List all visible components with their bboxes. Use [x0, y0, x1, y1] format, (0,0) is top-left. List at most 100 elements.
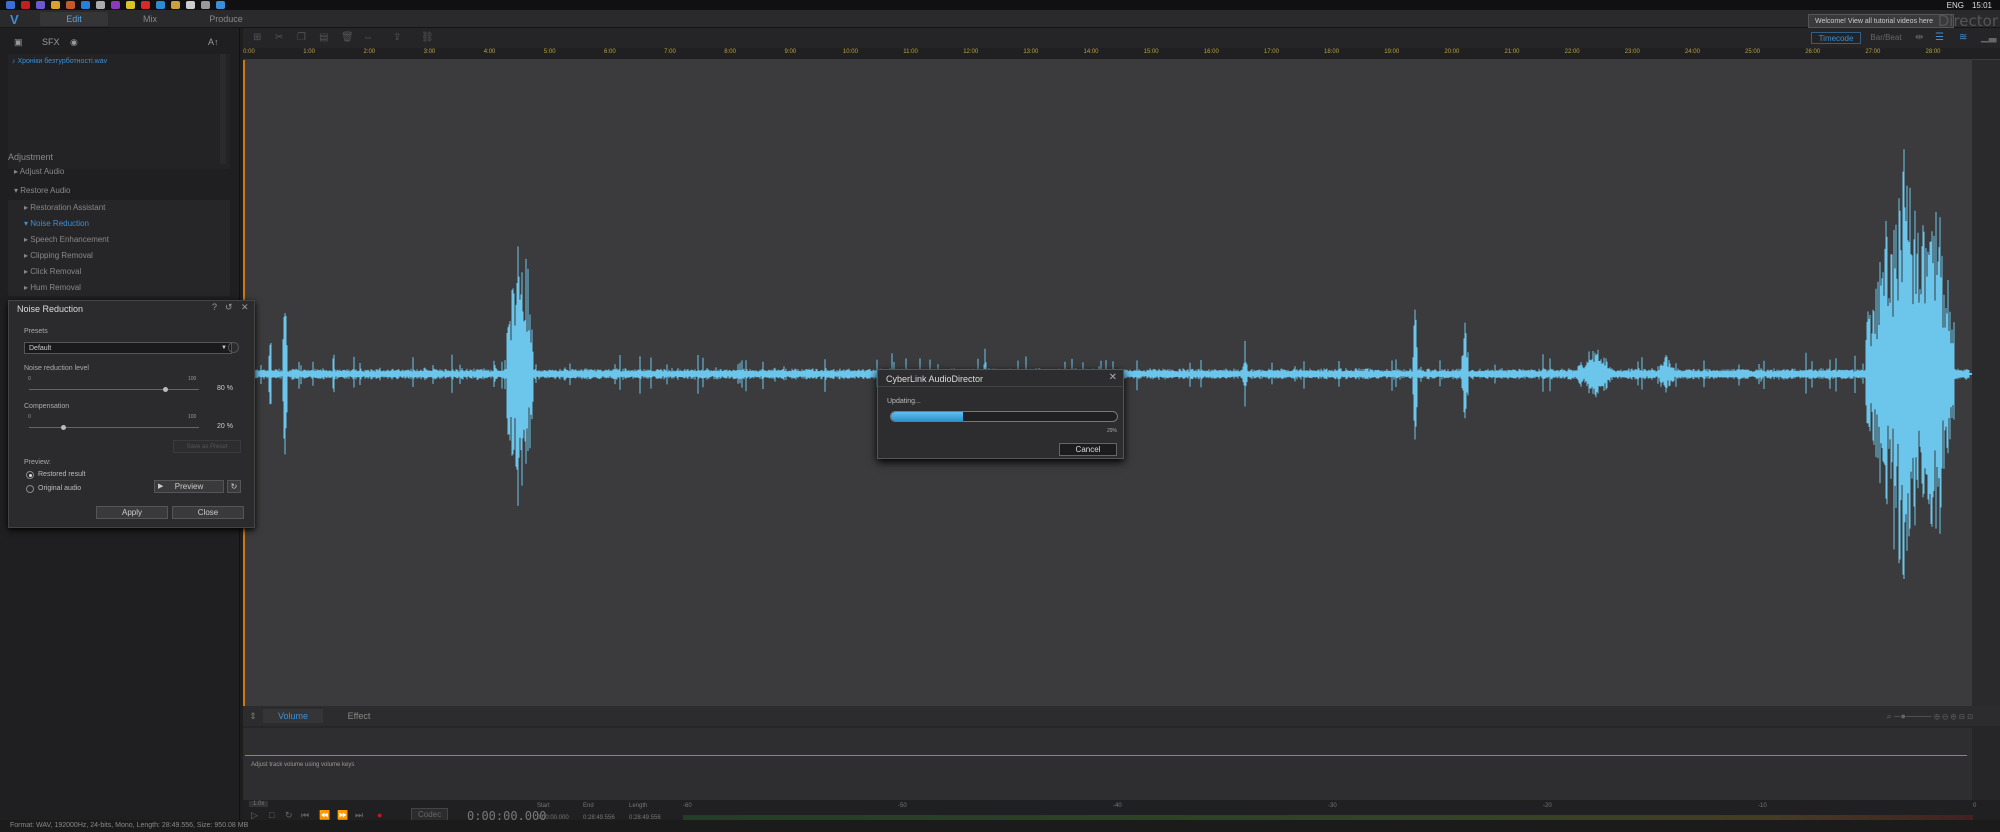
- app-icon[interactable]: [36, 1, 45, 9]
- envelope-line[interactable]: [245, 755, 1967, 756]
- library-scrollbar[interactable]: [220, 54, 226, 164]
- adjustment-item[interactable]: ▾ Restore Audio: [8, 183, 230, 199]
- sfx-button[interactable]: SFX: [42, 34, 60, 50]
- volume-envelope[interactable]: Adjust track volume using volume keys: [243, 728, 1972, 800]
- cancel-button[interactable]: Cancel: [1059, 443, 1117, 456]
- speed-indicator[interactable]: 1.0x: [249, 801, 269, 807]
- adjustment-item[interactable]: ▸ Hum Removal: [8, 280, 230, 296]
- adjustment-item[interactable]: ▸ Speech Enhancement: [8, 232, 230, 248]
- clock[interactable]: 15:01: [1972, 1, 1992, 10]
- level-slider-handle[interactable]: [163, 387, 168, 392]
- copy-icon[interactable]: ❐: [297, 32, 308, 43]
- cut-icon[interactable]: ✂: [275, 32, 286, 43]
- paste-icon[interactable]: ▤: [319, 32, 330, 43]
- adjustment-item[interactable]: ▾ Noise Reduction: [8, 216, 230, 232]
- close-button[interactable]: Close: [172, 506, 244, 519]
- spectral-icon[interactable]: ☰: [1935, 32, 1946, 43]
- adjustment-item[interactable]: ▸ Restoration Assistant: [8, 200, 230, 216]
- language-indicator[interactable]: ENG: [1947, 1, 1964, 10]
- ruler-tick-label: 15:00: [1143, 49, 1159, 55]
- compensation-slider-handle[interactable]: [61, 425, 66, 430]
- ruler-tick-label: 10:00: [842, 49, 858, 55]
- app-icon[interactable]: [126, 1, 135, 9]
- ruler-tick-label: 1:00: [303, 49, 315, 55]
- chrome-icon[interactable]: [51, 1, 60, 9]
- ruler-tick-label: 21:00: [1504, 49, 1520, 55]
- app-icon[interactable]: [96, 1, 105, 9]
- start-label: Start: [537, 803, 550, 809]
- adjustment-item[interactable]: ▸ Click Removal: [8, 264, 230, 280]
- time-ruler[interactable]: 0:00 1:00 2:00 3:00 4:00 5:00 6:00 7:00 8:00 9:00…: [243, 48, 2000, 60]
- app-icon[interactable]: [111, 1, 120, 9]
- waveform-view-icon[interactable]: ≋: [1959, 32, 1970, 43]
- level-view-icon[interactable]: ▁▃: [1981, 32, 1996, 43]
- adjustment-item-label: Clipping Removal: [30, 251, 93, 260]
- tab-produce[interactable]: Produce: [192, 12, 260, 26]
- audiodirector-icon[interactable]: [216, 1, 225, 9]
- level-value[interactable]: 80 %: [217, 385, 233, 392]
- save-preset-button[interactable]: Save as Preset: [173, 440, 241, 453]
- windows-start-icon[interactable]: [6, 1, 15, 9]
- vscode-icon[interactable]: [156, 1, 165, 9]
- media-item[interactable]: ♪ Хроніки безтурботності.wav: [12, 58, 107, 65]
- timecode-toggle[interactable]: Timecode: [1811, 32, 1861, 44]
- tab-volume[interactable]: Volume: [263, 709, 323, 723]
- close-icon[interactable]: ✕: [241, 302, 249, 313]
- restored-result-radio[interactable]: [26, 471, 34, 479]
- app-icon[interactable]: [201, 1, 210, 9]
- link-icon[interactable]: ⛓: [421, 32, 434, 43]
- comp-max: 100: [188, 414, 197, 420]
- zoom-controls[interactable]: ⌕ ─●──── ⊕ ⊖ ⊕ ⊟ ⊡: [1833, 709, 1973, 723]
- meter-label: -60: [683, 803, 692, 809]
- ruler-tick-label: 5:00: [543, 49, 556, 55]
- adjustment-header: Adjustment: [8, 152, 54, 162]
- delete-icon[interactable]: 🗑: [341, 32, 354, 43]
- snap-icon[interactable]: ⇹: [1915, 32, 1926, 43]
- stop-icon[interactable]: □: [269, 810, 274, 820]
- barbeat-toggle[interactable]: Bar/Beat: [1863, 32, 1909, 44]
- app-icon[interactable]: [171, 1, 180, 9]
- adjustment-item-label: Restoration Assistant: [30, 203, 106, 212]
- ruler-tick-label: 13:00: [1023, 49, 1039, 55]
- welcome-banner[interactable]: Welcome! View all tutorial videos here: [1808, 14, 1954, 28]
- ruler-tick-label: 0:00: [243, 49, 255, 55]
- apply-button[interactable]: Apply: [96, 506, 168, 519]
- app-icon[interactable]: [141, 1, 150, 9]
- preset-delete-icon[interactable]: [228, 342, 239, 353]
- app-icon[interactable]: [81, 1, 90, 9]
- close-icon[interactable]: ✕: [1109, 372, 1117, 383]
- ruler-tick-label: 12:00: [963, 49, 979, 55]
- select-tool-icon[interactable]: ⊞: [253, 32, 264, 43]
- preview-loop-icon[interactable]: ↻: [227, 480, 241, 493]
- original-audio-radio[interactable]: [26, 485, 34, 493]
- help-icon[interactable]: ?: [212, 302, 217, 312]
- export-icon[interactable]: ⇪: [393, 32, 404, 43]
- meter-label: -40: [1113, 803, 1122, 809]
- envelope-hint: Adjust track volume using volume keys: [251, 762, 355, 768]
- adjustment-item[interactable]: ▸ Clipping Removal: [8, 248, 230, 264]
- preview-button[interactable]: ▶ Preview: [154, 480, 224, 493]
- app-icon[interactable]: [21, 1, 30, 9]
- tab-mix[interactable]: Mix: [116, 12, 184, 26]
- progress-status: Updating...: [887, 398, 921, 405]
- record-icon[interactable]: ●: [377, 810, 382, 820]
- compensation-slider[interactable]: [29, 427, 199, 428]
- tab-edit[interactable]: Edit: [40, 12, 108, 26]
- trim-icon[interactable]: ⇔: [363, 32, 374, 43]
- adjustment-item-label: Speech Enhancement: [30, 235, 109, 244]
- speaker-icon[interactable]: ◉: [70, 34, 78, 50]
- app-icon[interactable]: [66, 1, 75, 9]
- sort-button[interactable]: A↑: [208, 34, 219, 50]
- level-slider[interactable]: [29, 389, 199, 390]
- system-tray: ENG 15:01: [1947, 0, 1992, 10]
- collapse-icon[interactable]: ⇕: [247, 709, 259, 723]
- compensation-value[interactable]: 20 %: [217, 423, 233, 430]
- reset-icon[interactable]: ↺: [225, 302, 233, 313]
- tab-effect[interactable]: Effect: [329, 709, 389, 723]
- adjustment-item[interactable]: ▸ Adjust Audio: [8, 164, 230, 180]
- meter-label: -20: [1543, 803, 1552, 809]
- preset-select[interactable]: Default ▼: [24, 342, 232, 354]
- app-icon[interactable]: [186, 1, 195, 9]
- play-icon: ▶: [158, 483, 164, 490]
- import-icon[interactable]: ▣: [14, 34, 23, 50]
